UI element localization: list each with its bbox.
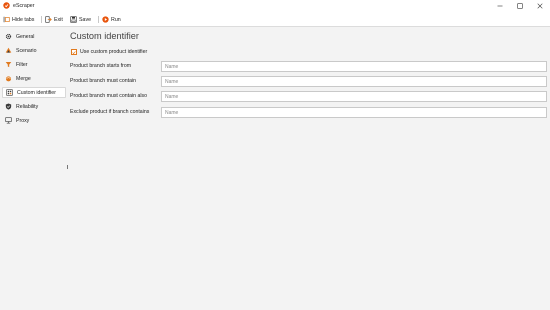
use-custom-identifier-row: Use custom product identifier: [71, 48, 147, 56]
sidebar-item-custom-identifier[interactable]: Custom identifier: [2, 87, 66, 98]
must-contain-also-input[interactable]: [161, 91, 547, 102]
window-title: eScraper: [13, 3, 35, 9]
sidebar-item-reliability[interactable]: Reliability: [2, 101, 66, 112]
sidebar-item-label: Custom identifier: [17, 89, 56, 96]
minimize-button[interactable]: [490, 0, 510, 12]
sidebar-item-label: Reliability: [16, 103, 39, 110]
run-button[interactable]: Run: [102, 15, 121, 24]
must-contain-input[interactable]: [161, 76, 547, 87]
exclude-if-contains-input[interactable]: [161, 107, 547, 118]
sidebar: General Scenario Filter Merge Custom ide…: [0, 28, 67, 310]
minimize-icon: [497, 5, 503, 7]
title-bar: eScraper: [0, 0, 550, 12]
sidebar-item-filter[interactable]: Filter: [2, 59, 66, 70]
field-row-must-contain-also: Product branch must contain also: [70, 91, 547, 102]
close-icon: [537, 3, 543, 9]
exit-icon: [45, 16, 52, 23]
save-label: Save: [79, 16, 92, 23]
sidebar-item-merge[interactable]: Merge: [2, 73, 66, 84]
checkmark-icon: [72, 50, 76, 54]
maximize-icon: [517, 3, 523, 9]
main-content: Custom identifier Use custom product ide…: [67, 28, 550, 310]
hide-tabs-button[interactable]: Hide tabs: [3, 15, 34, 24]
maximize-button[interactable]: [510, 0, 530, 12]
mouse-cursor: [67, 165, 68, 169]
custom-identifier-icon: [6, 89, 13, 96]
sidebar-item-label: Merge: [16, 75, 31, 82]
sidebar-item-scenario[interactable]: Scenario: [2, 45, 66, 56]
field-row-must-contain: Product branch must contain: [70, 76, 547, 87]
app-logo-icon: [3, 2, 10, 9]
shield-icon: [5, 103, 12, 110]
field-row-starts-from: Product branch starts from: [70, 61, 547, 72]
use-custom-identifier-label: Use custom product identifier: [80, 49, 148, 55]
field-label: Product branch starts from: [70, 63, 132, 69]
save-icon: [70, 16, 77, 23]
toolbar-separator: [41, 16, 42, 23]
filter-icon: [5, 62, 12, 68]
field-label: Exclude product if branch contains: [70, 109, 150, 115]
use-custom-identifier-checkbox[interactable]: [71, 49, 77, 55]
page-title: Custom identifier: [70, 31, 139, 41]
proxy-icon: [5, 117, 12, 124]
toolbar: Hide tabs Exit Save Run: [0, 12, 550, 27]
merge-icon: [5, 76, 12, 82]
run-label: Run: [111, 16, 121, 23]
gear-icon: [5, 33, 12, 40]
app-window: eScraper Hide tabs Exit Save Run General…: [0, 0, 550, 310]
sidebar-item-label: Proxy: [16, 117, 30, 124]
scenario-icon: [5, 47, 12, 53]
toolbar-separator: [98, 16, 99, 23]
field-label: Product branch must contain also: [70, 93, 147, 99]
sidebar-item-label: Filter: [16, 61, 28, 68]
sidebar-item-label: General: [16, 33, 35, 40]
field-label: Product branch must contain: [70, 78, 137, 84]
starts-from-input[interactable]: [161, 61, 547, 72]
close-button[interactable]: [530, 0, 550, 12]
sidebar-item-general[interactable]: General: [2, 31, 66, 42]
hide-tabs-icon: [3, 16, 10, 23]
run-icon: [102, 16, 109, 23]
hide-tabs-label: Hide tabs: [12, 16, 35, 23]
exit-label: Exit: [54, 16, 63, 23]
field-row-exclude: Exclude product if branch contains: [70, 107, 547, 118]
sidebar-item-label: Scenario: [16, 47, 37, 54]
exit-button[interactable]: Exit: [45, 15, 63, 24]
save-button[interactable]: Save: [70, 15, 91, 24]
sidebar-item-proxy[interactable]: Proxy: [2, 115, 66, 126]
